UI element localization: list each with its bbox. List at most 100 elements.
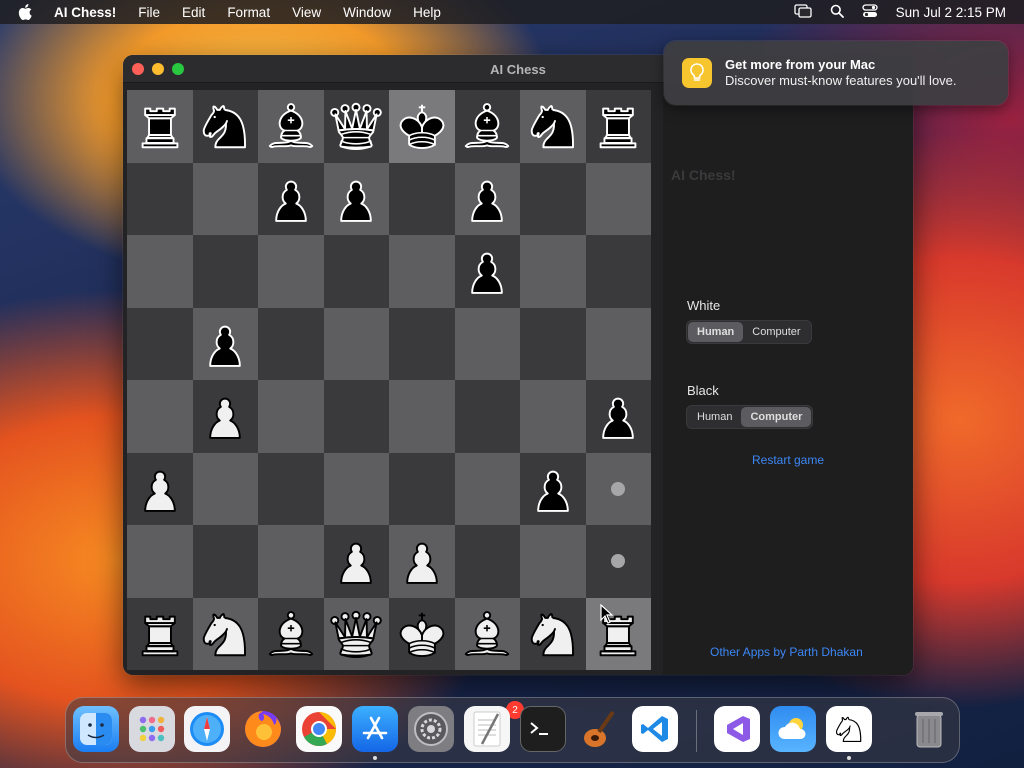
black-pawn-icon[interactable] bbox=[458, 170, 516, 228]
square-e6[interactable] bbox=[389, 235, 455, 308]
square-d5[interactable] bbox=[323, 307, 389, 380]
safari-icon[interactable] bbox=[184, 706, 230, 752]
black-pawn-icon[interactable] bbox=[524, 460, 582, 518]
square-c2[interactable] bbox=[258, 525, 324, 598]
square-a1[interactable] bbox=[127, 597, 193, 670]
square-e2[interactable] bbox=[389, 525, 455, 598]
white-knight-icon[interactable] bbox=[196, 605, 254, 663]
square-a8[interactable] bbox=[127, 90, 193, 163]
restart-game-link[interactable]: Restart game bbox=[752, 453, 824, 467]
square-h2[interactable] bbox=[585, 525, 651, 598]
chess-icon[interactable] bbox=[826, 706, 872, 752]
square-h5[interactable] bbox=[585, 307, 651, 380]
square-b6[interactable] bbox=[192, 235, 258, 308]
black-human-option[interactable]: Human bbox=[688, 407, 741, 427]
square-f5[interactable] bbox=[454, 307, 520, 380]
square-d2[interactable] bbox=[323, 525, 389, 598]
chrome-icon[interactable] bbox=[296, 706, 342, 752]
square-b1[interactable] bbox=[192, 597, 258, 670]
white-bishop-icon[interactable] bbox=[262, 605, 320, 663]
black-knight-icon[interactable] bbox=[524, 97, 582, 155]
firefox-icon[interactable] bbox=[240, 706, 286, 752]
menu-clock[interactable]: Sun Jul 2 2:15 PM bbox=[896, 5, 1006, 20]
other-apps-link[interactable]: Other Apps by Parth Dhakan bbox=[710, 645, 863, 659]
white-pawn-icon[interactable] bbox=[327, 532, 385, 590]
black-player-selector[interactable]: Human Computer bbox=[686, 405, 814, 429]
square-a2[interactable] bbox=[127, 525, 193, 598]
apple-menu-icon[interactable] bbox=[18, 4, 36, 20]
square-a5[interactable] bbox=[127, 307, 193, 380]
black-rook-icon[interactable] bbox=[131, 97, 189, 155]
black-rook-icon[interactable] bbox=[589, 97, 647, 155]
terminal-icon[interactable] bbox=[520, 706, 566, 752]
square-d6[interactable] bbox=[323, 235, 389, 308]
white-player-selector[interactable]: Human Computer bbox=[686, 320, 812, 344]
menu-window[interactable]: Window bbox=[343, 5, 391, 20]
black-king-icon[interactable] bbox=[393, 97, 451, 155]
square-g4[interactable] bbox=[520, 380, 586, 453]
launchpad-icon[interactable] bbox=[129, 706, 175, 752]
square-f6[interactable] bbox=[454, 235, 520, 308]
black-bishop-icon[interactable] bbox=[262, 97, 320, 155]
white-knight-icon[interactable] bbox=[524, 605, 582, 663]
square-e4[interactable] bbox=[389, 380, 455, 453]
square-g8[interactable] bbox=[520, 90, 586, 163]
black-computer-option[interactable]: Computer bbox=[741, 407, 812, 427]
square-a4[interactable] bbox=[127, 380, 193, 453]
chess-board[interactable] bbox=[127, 90, 651, 670]
square-g5[interactable] bbox=[520, 307, 586, 380]
finder-icon[interactable] bbox=[73, 706, 119, 752]
square-b2[interactable] bbox=[192, 525, 258, 598]
notification-banner[interactable]: Get more from your Mac Discover must-kno… bbox=[664, 41, 1008, 105]
square-f1[interactable] bbox=[454, 597, 520, 670]
square-b8[interactable] bbox=[192, 90, 258, 163]
menu-help[interactable]: Help bbox=[413, 5, 441, 20]
black-pawn-icon[interactable] bbox=[196, 315, 254, 373]
square-h8[interactable] bbox=[585, 90, 651, 163]
square-b4[interactable] bbox=[192, 380, 258, 453]
square-d1[interactable] bbox=[323, 597, 389, 670]
control-center-icon[interactable] bbox=[862, 3, 878, 21]
square-g3[interactable] bbox=[520, 452, 586, 525]
black-queen-icon[interactable] bbox=[327, 97, 385, 155]
weather-icon[interactable] bbox=[770, 706, 816, 752]
square-h1[interactable] bbox=[585, 597, 651, 670]
square-c4[interactable] bbox=[258, 380, 324, 453]
menu-view[interactable]: View bbox=[292, 5, 321, 20]
square-e8[interactable] bbox=[389, 90, 455, 163]
white-pawn-icon[interactable] bbox=[196, 387, 254, 445]
square-f8[interactable] bbox=[454, 90, 520, 163]
white-queen-icon[interactable] bbox=[327, 605, 385, 663]
white-king-icon[interactable] bbox=[393, 605, 451, 663]
vscode-icon[interactable] bbox=[632, 706, 678, 752]
textedit-icon[interactable] bbox=[464, 706, 510, 752]
white-bishop-icon[interactable] bbox=[458, 605, 516, 663]
white-pawn-icon[interactable] bbox=[393, 532, 451, 590]
black-bishop-icon[interactable] bbox=[458, 97, 516, 155]
menu-format[interactable]: Format bbox=[227, 5, 270, 20]
square-e1[interactable] bbox=[389, 597, 455, 670]
white-computer-option[interactable]: Computer bbox=[743, 322, 809, 342]
square-c3[interactable] bbox=[258, 452, 324, 525]
menu-file[interactable]: File bbox=[138, 5, 160, 20]
square-c6[interactable] bbox=[258, 235, 324, 308]
garageband-icon[interactable] bbox=[576, 706, 622, 752]
square-a7[interactable] bbox=[127, 162, 193, 235]
app-store-icon[interactable] bbox=[352, 706, 398, 752]
square-d3[interactable] bbox=[323, 452, 389, 525]
square-g2[interactable] bbox=[520, 525, 586, 598]
square-h6[interactable] bbox=[585, 235, 651, 308]
square-e7[interactable] bbox=[389, 162, 455, 235]
black-pawn-icon[interactable] bbox=[327, 170, 385, 228]
move-hint-dot[interactable] bbox=[611, 554, 626, 569]
square-a3[interactable] bbox=[127, 452, 193, 525]
trash-icon[interactable] bbox=[906, 706, 952, 752]
square-f7[interactable] bbox=[454, 162, 520, 235]
move-hint-dot[interactable] bbox=[611, 481, 626, 496]
square-d4[interactable] bbox=[323, 380, 389, 453]
square-f3[interactable] bbox=[454, 452, 520, 525]
black-pawn-icon[interactable] bbox=[262, 170, 320, 228]
square-e3[interactable] bbox=[389, 452, 455, 525]
white-rook-icon[interactable] bbox=[589, 605, 647, 663]
square-g7[interactable] bbox=[520, 162, 586, 235]
